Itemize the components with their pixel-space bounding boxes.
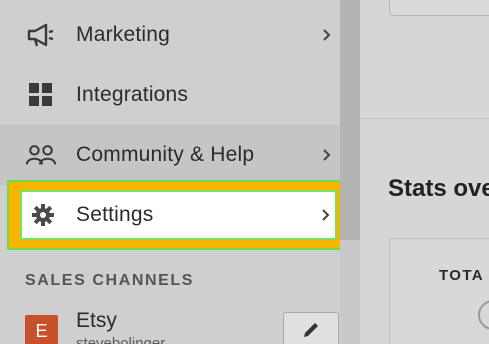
sidebar-scroll-thumb[interactable] <box>340 0 360 240</box>
chevron-right-icon <box>320 145 334 165</box>
stats-card <box>389 238 489 344</box>
sidebar-item-label: Marketing <box>76 23 171 46</box>
divider <box>360 118 489 119</box>
megaphone-icon <box>26 20 56 50</box>
edit-channels-button[interactable] <box>283 312 339 344</box>
sales-channel-account: stevebolinger <box>76 335 166 344</box>
chevron-right-icon <box>319 205 333 225</box>
top-card <box>389 0 489 16</box>
sales-channels-heading: SALES CHANNELS <box>25 272 195 289</box>
sidebar-item-label: Integrations <box>76 83 189 106</box>
sidebar: Marketing Integrations Community & Help … <box>0 0 350 344</box>
pencil-icon <box>301 320 321 344</box>
sidebar-item-label: Settings <box>76 203 154 226</box>
app-window: Marketing Integrations Community & Help … <box>0 0 489 344</box>
sidebar-item-label: Community & Help <box>76 143 255 166</box>
sidebar-item-community-help[interactable]: Community & Help <box>0 125 340 185</box>
sidebar-item-integrations[interactable]: Integrations <box>0 65 340 125</box>
stats-overview-title: Stats ove <box>388 175 489 202</box>
gear-icon <box>28 200 58 230</box>
etsy-logo: E <box>25 315 58 344</box>
people-icon <box>26 140 56 170</box>
stats-card-label: TOTA <box>439 267 485 284</box>
sales-channel-etsy[interactable]: Etsy <box>76 309 117 333</box>
grid-icon <box>26 80 56 110</box>
sidebar-item-marketing[interactable]: Marketing <box>0 5 340 65</box>
chevron-right-icon <box>320 25 334 45</box>
sidebar-item-settings[interactable]: Settings <box>20 190 337 240</box>
